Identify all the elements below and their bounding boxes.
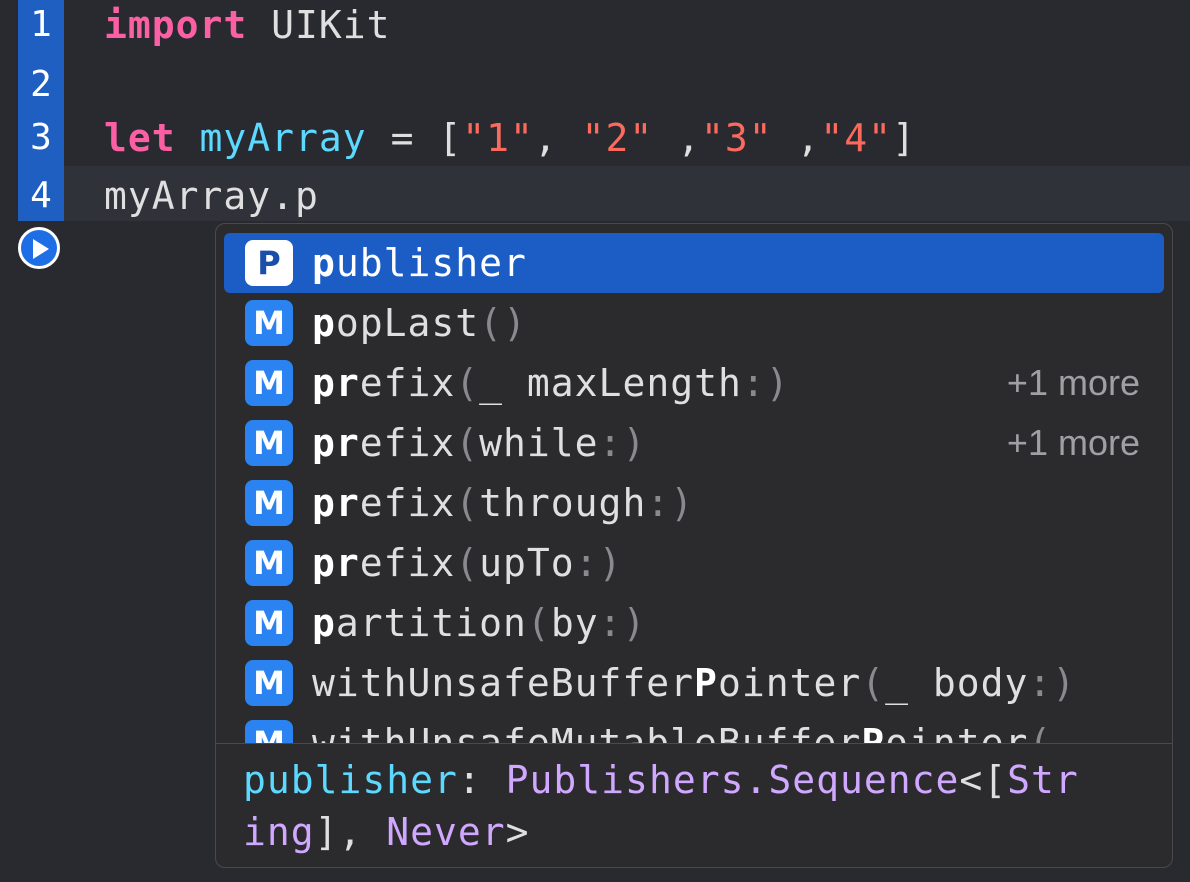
- code-token: "2": [581, 116, 654, 160]
- completion-item[interactable]: MwithUnsafeBufferPointer(_ body:): [224, 653, 1164, 713]
- method-badge-icon: M: [245, 600, 293, 646]
- completion-item[interactable]: Mprefix(_ maxLength:) +1 more: [224, 353, 1164, 413]
- completion-item[interactable]: Mprefix(through:): [224, 473, 1164, 533]
- code-token: = [: [366, 116, 463, 160]
- detail-punct-1: <[: [959, 758, 1008, 802]
- code-line[interactable]: let myArray = ["1", "2" ,"3" ,"4"]: [104, 108, 916, 168]
- completion-item[interactable]: Mprefix(while:) +1 more: [224, 413, 1164, 473]
- completion-detail: publisher: Publishers.Sequence<[Str ing]…: [243, 754, 1153, 858]
- completion-label: publisher: [312, 241, 527, 285]
- code-token: ,: [772, 116, 821, 160]
- overload-count: +1 more: [1006, 422, 1140, 463]
- detail-type-1: Publishers.Sequence: [505, 758, 960, 802]
- code-token: "3": [701, 116, 773, 160]
- code-token: ,: [533, 116, 582, 160]
- play-circle-icon[interactable]: [18, 227, 60, 269]
- detail-separator: :: [457, 758, 506, 802]
- code-line[interactable]: myArray.p: [104, 166, 319, 226]
- completion-label: popLast(): [312, 301, 527, 345]
- detail-name: publisher: [243, 758, 458, 802]
- code-token: ,: [653, 116, 702, 160]
- completion-list: Ppublisher MpopLast() Mprefix(_ maxLength:…: [216, 224, 1172, 744]
- line-number: 3: [30, 117, 52, 158]
- code-line[interactable]: import UIKit: [104, 0, 391, 55]
- code-token: myArray: [199, 116, 367, 160]
- overload-count: +1 more: [1006, 362, 1140, 403]
- code-token: myArray.p: [104, 174, 319, 218]
- method-badge-icon: M: [245, 720, 293, 744]
- completion-label: prefix(upTo:): [312, 541, 623, 585]
- property-badge-icon: P: [245, 240, 293, 286]
- method-badge-icon: M: [245, 420, 293, 466]
- line-number: 4: [30, 175, 52, 216]
- code-token: import: [104, 3, 248, 47]
- method-badge-icon: M: [245, 300, 293, 346]
- completion-item[interactable]: Mprefix(upTo:): [224, 533, 1164, 593]
- code-token: "1": [462, 116, 534, 160]
- method-badge-icon: M: [245, 660, 293, 706]
- divider: [216, 743, 1172, 744]
- completion-label: partition(by:): [312, 601, 647, 645]
- completion-item[interactable]: MwithUnsafeMutableBufferPointer(: [224, 713, 1164, 744]
- code-token: UIKit: [247, 3, 391, 47]
- completion-item[interactable]: Mpartition(by:): [224, 593, 1164, 653]
- autocomplete-popup: Ppublisher MpopLast() Mprefix(_ maxLength:…: [215, 223, 1173, 868]
- completion-label: prefix(while:): [312, 421, 647, 465]
- completion-label: withUnsafeBufferPointer(_ body:): [312, 661, 1077, 705]
- code-token: "4": [820, 116, 893, 160]
- detail-punct-3: >: [505, 810, 530, 854]
- completion-label: prefix(through:): [312, 481, 695, 525]
- detail-punct-2: ],: [314, 810, 387, 854]
- method-badge-icon: M: [245, 540, 293, 586]
- method-badge-icon: M: [245, 480, 293, 526]
- method-badge-icon: M: [245, 360, 293, 406]
- completion-label: withUnsafeMutableBufferPointer(: [312, 721, 1053, 744]
- code-token: let: [104, 116, 176, 160]
- completion-item[interactable]: MpopLast(): [224, 293, 1164, 353]
- line-number: 1: [30, 4, 52, 45]
- detail-type-3: Never: [386, 810, 506, 854]
- line-number: 2: [30, 64, 52, 105]
- completion-item[interactable]: Ppublisher: [224, 233, 1164, 293]
- completion-label: prefix(_ maxLength:): [312, 361, 790, 405]
- code-token: ]: [892, 116, 916, 160]
